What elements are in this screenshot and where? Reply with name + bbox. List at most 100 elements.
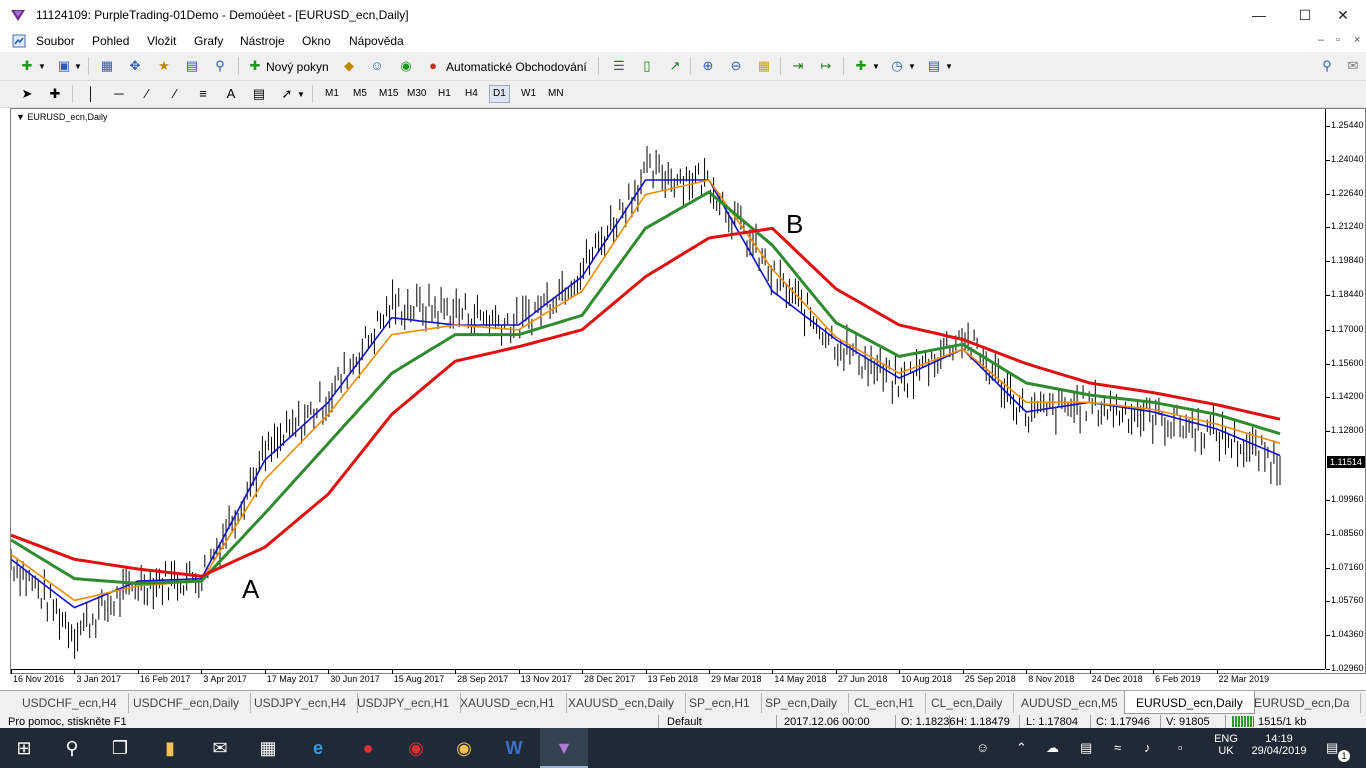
navigator-icon[interactable]: ★: [155, 57, 173, 75]
auto-trading-icon[interactable]: ●: [424, 57, 442, 75]
minimize-button[interactable]: —: [1236, 0, 1282, 31]
text-label-icon[interactable]: ▤: [250, 85, 268, 103]
chart-tab[interactable]: XAUUSD_ecn,Daily: [557, 693, 687, 713]
language-indicator[interactable]: ENG UK: [1212, 733, 1240, 757]
auto-trading-button[interactable]: Automatické Obchodování: [446, 60, 587, 74]
chart-shift-icon[interactable]: ⇥: [789, 57, 807, 75]
chevron-down-icon[interactable]: ▼: [908, 62, 916, 71]
file-explorer-icon[interactable]: ▮: [146, 728, 194, 768]
menu-pohled[interactable]: Pohled: [92, 34, 129, 48]
menu-grafy[interactable]: Grafy: [194, 34, 223, 48]
chevron-up-icon[interactable]: ⌃: [1016, 740, 1027, 756]
chevron-down-icon[interactable]: ▼: [38, 62, 46, 71]
signals-icon[interactable]: ◉: [397, 57, 415, 75]
edge-browser-icon[interactable]: e: [294, 728, 342, 768]
chevron-down-icon[interactable]: ▼: [297, 90, 305, 99]
annotation-a[interactable]: A: [242, 574, 259, 605]
metaeditor-icon[interactable]: ◆: [340, 57, 358, 75]
menu-nastroje[interactable]: Nástroje: [240, 34, 285, 48]
tile-windows-icon[interactable]: ▦: [755, 57, 773, 75]
mdi-restore-button[interactable]: ▫: [1336, 34, 1340, 46]
chrome-browser-icon[interactable]: ◉: [440, 728, 488, 768]
arrows-icon[interactable]: ➚: [278, 85, 296, 103]
chat-icon[interactable]: ✉: [1344, 57, 1362, 75]
line-chart-icon[interactable]: ↗: [666, 57, 684, 75]
user-icon[interactable]: ☺: [368, 57, 386, 75]
profiles-icon[interactable]: ▣: [55, 57, 73, 75]
chart-tab[interactable]: USDJPY_ecn,H1: [346, 693, 462, 713]
equidistant-channel-icon[interactable]: ⁄: [166, 85, 184, 103]
timeframe-m1[interactable]: M1: [322, 86, 342, 102]
new-order-button[interactable]: Nový pokyn: [266, 60, 329, 74]
horizontal-line-icon[interactable]: ─: [110, 85, 128, 103]
task-view-icon[interactable]: ❐: [96, 728, 144, 768]
trading-app-icon[interactable]: ●: [344, 728, 392, 768]
chart-tab[interactable]: SP_ecn,H1: [678, 693, 762, 713]
store-icon[interactable]: ▦: [244, 728, 292, 768]
word-app-icon[interactable]: W: [490, 728, 538, 768]
chart-tab[interactable]: XAUUSD_ecn,H1: [449, 693, 567, 713]
new-order-icon[interactable]: ✚: [246, 57, 264, 75]
indicators-icon[interactable]: ✚: [852, 57, 870, 75]
volume-icon[interactable]: ♪: [1144, 740, 1151, 755]
trendline-icon[interactable]: ∕: [138, 85, 156, 103]
system-clock[interactable]: 14:19 29/04/2019: [1248, 733, 1310, 757]
price-chart-plot[interactable]: [11, 109, 1325, 669]
timeframe-d1[interactable]: D1: [489, 85, 510, 103]
data-window-icon[interactable]: ✥: [126, 57, 144, 75]
chart-tab[interactable]: USDCHF_ecn,H4: [11, 693, 129, 713]
timeframe-m30[interactable]: M30: [404, 86, 429, 102]
menu-okno[interactable]: Okno: [302, 34, 331, 48]
periods-clock-icon[interactable]: ◷: [888, 57, 906, 75]
search-icon[interactable]: ⚲: [48, 728, 96, 768]
chart-tab[interactable]: USDCHF_ecn,Daily: [122, 693, 252, 713]
chevron-down-icon[interactable]: ▼: [872, 62, 880, 71]
market-watch-icon[interactable]: ▦: [98, 57, 116, 75]
terminal-icon[interactable]: ▤: [183, 57, 201, 75]
strategy-tester-icon[interactable]: ⚲: [211, 57, 229, 75]
chart-tab[interactable]: SP_ecn,Daily: [754, 693, 850, 713]
new-chart-icon[interactable]: ✚: [18, 57, 36, 75]
cloud-icon[interactable]: ☁: [1046, 740, 1059, 756]
keyboard-icon[interactable]: ▫: [1178, 740, 1183, 755]
status-profile[interactable]: Default: [667, 716, 702, 728]
chevron-down-icon[interactable]: ▼: [74, 62, 82, 71]
timeframe-m5[interactable]: M5: [350, 86, 370, 102]
chart-tab[interactable]: EURUSD_ecn,Daily: [1124, 691, 1255, 714]
candlestick-chart-icon[interactable]: ▯: [638, 57, 656, 75]
templates-icon[interactable]: ▤: [925, 57, 943, 75]
menu-napoveda[interactable]: Nápověda: [349, 34, 404, 48]
zoom-in-icon[interactable]: ⊕: [699, 57, 717, 75]
annotation-b[interactable]: B: [786, 209, 803, 240]
auto-scroll-icon[interactable]: ↦: [817, 57, 835, 75]
timeframe-h1[interactable]: H1: [435, 86, 454, 102]
vertical-line-icon[interactable]: │: [82, 85, 100, 103]
cursor-icon[interactable]: ➤: [18, 85, 36, 103]
fibonacci-icon[interactable]: ≡: [194, 85, 212, 103]
start-windows-icon[interactable]: ⊞: [0, 728, 48, 768]
metatrader-taskbar-icon[interactable]: ▼: [540, 728, 588, 768]
mdi-close-button[interactable]: ×: [1354, 34, 1360, 46]
timeframe-w1[interactable]: W1: [518, 86, 539, 102]
zoom-out-icon[interactable]: ⊖: [727, 57, 745, 75]
timeframe-h4[interactable]: H4: [462, 86, 481, 102]
wifi-icon[interactable]: ≈: [1114, 740, 1121, 755]
menu-vlozit[interactable]: Vložit: [147, 34, 176, 48]
people-icon[interactable]: ☺: [976, 740, 989, 755]
chart-tab[interactable]: CL_ecn,H1: [843, 693, 927, 713]
mdi-minimize-button[interactable]: –: [1318, 34, 1324, 46]
search-icon[interactable]: ⚲: [1318, 57, 1336, 75]
chevron-down-icon[interactable]: ▼: [945, 62, 953, 71]
social-app-icon[interactable]: ◉: [392, 728, 440, 768]
chart-tab[interactable]: AUDUSD_ecn,M5: [1010, 693, 1130, 713]
close-button[interactable]: ✕: [1320, 0, 1366, 31]
crosshair-icon[interactable]: ✚: [46, 85, 64, 103]
network-icon[interactable]: ▤: [1080, 740, 1092, 756]
text-icon[interactable]: A: [222, 85, 240, 103]
timeframe-mn[interactable]: MN: [545, 86, 567, 102]
mail-icon[interactable]: ✉: [196, 728, 244, 768]
menu-soubor[interactable]: Soubor: [36, 34, 75, 48]
chart-tab[interactable]: CL_ecn,Daily: [920, 693, 1015, 713]
notifications-icon[interactable]: ▤: [1326, 740, 1338, 756]
bar-chart-icon[interactable]: ☰: [610, 57, 628, 75]
